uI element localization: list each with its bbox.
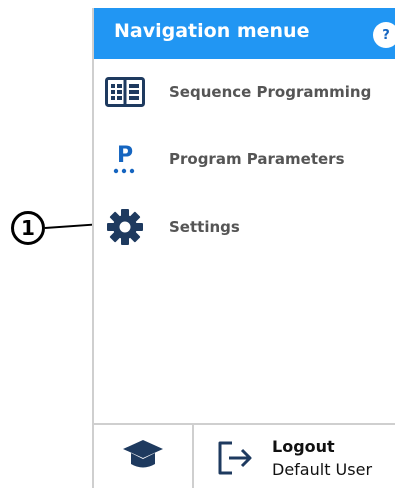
logout-icon	[216, 439, 254, 477]
graduation-cap-icon	[122, 437, 164, 477]
logout-button[interactable]: Logout Default User	[194, 425, 395, 488]
sidebar-item-label: Program Parameters	[169, 150, 345, 168]
callout-marker: 1	[11, 211, 45, 245]
navigation-title: Navigation menue	[114, 20, 310, 42]
help-button[interactable]: ?	[373, 22, 395, 48]
sequence-list-icon	[104, 73, 146, 111]
nav-item-sequence-programming[interactable]: Sequence Programming	[94, 67, 395, 119]
program-parameters-icon: P	[104, 140, 146, 178]
gear-icon	[104, 208, 146, 246]
navigation-footer: Logout Default User	[94, 423, 395, 488]
logout-label: Logout	[272, 437, 335, 456]
navigation-header: Navigation menue	[94, 8, 395, 59]
navigation-menu-panel: Navigation menue ? Sequence Programming …	[92, 8, 395, 488]
nav-item-program-parameters[interactable]: P Program Parameters	[94, 134, 395, 186]
education-button[interactable]	[94, 425, 194, 488]
svg-text:P: P	[117, 143, 133, 168]
callout-number: 1	[21, 216, 35, 240]
sidebar-item-label: Settings	[169, 218, 240, 236]
help-icon: ?	[382, 27, 390, 43]
current-user-name: Default User	[272, 460, 373, 479]
sidebar-item-label: Sequence Programming	[169, 83, 372, 101]
nav-item-settings[interactable]: Settings	[94, 202, 395, 254]
screenshot-stage: 1 Navigation menue ? Sequence Programmin…	[0, 0, 395, 493]
